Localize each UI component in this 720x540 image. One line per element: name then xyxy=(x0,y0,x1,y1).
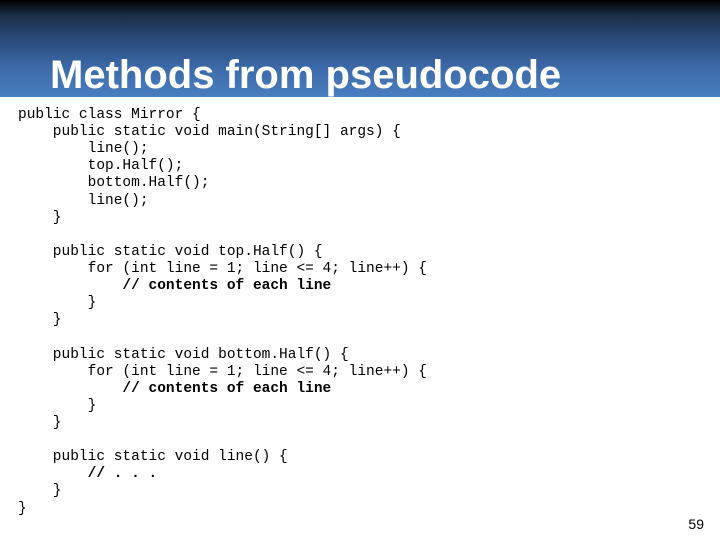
code-block: public class Mirror { public static void… xyxy=(0,97,720,518)
slide-title: Methods from pseudocode xyxy=(50,55,561,95)
title-band: Methods from pseudocode xyxy=(0,0,720,97)
page-number: 59 xyxy=(688,516,704,532)
slide: Methods from pseudocode public class Mir… xyxy=(0,0,720,540)
